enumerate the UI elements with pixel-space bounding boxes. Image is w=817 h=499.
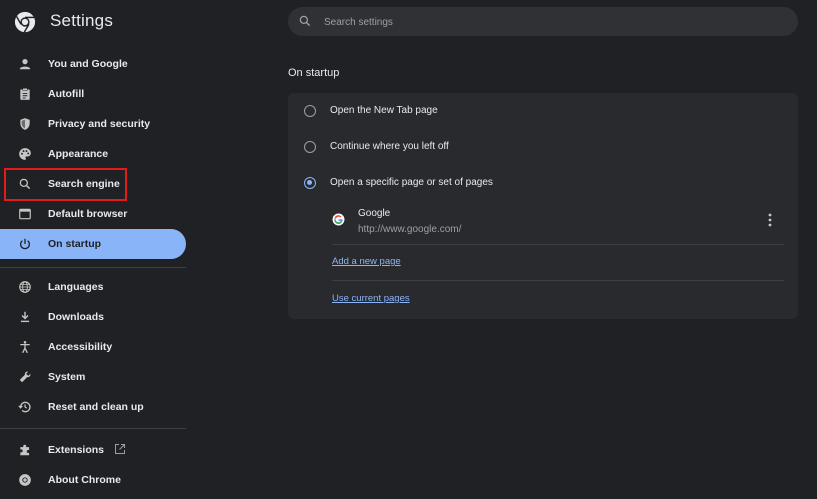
sidebar-item-accessibility[interactable]: Accessibility [0, 332, 186, 362]
browser-icon [19, 208, 31, 220]
radio-continue-where-left-off[interactable]: Continue where you left off [288, 132, 798, 162]
puzzle-icon [20, 444, 30, 456]
sidebar-item-label: Languages [48, 281, 104, 293]
chrome-logo-icon [19, 474, 31, 486]
startup-page-entry: Google http://www.google.com/ [332, 205, 784, 245]
use-current-pages-link[interactable]: Use current pages [332, 293, 410, 304]
top-bar: Settings [0, 0, 817, 43]
sidebar-item-label: Privacy and security [48, 118, 151, 130]
sidebar-item-appearance[interactable]: Appearance [0, 139, 186, 169]
sidebar-item-default-browser[interactable]: Default browser [0, 199, 186, 229]
radio-label: Open the New Tab page [330, 105, 438, 116]
startup-page-url: http://www.google.com/ [358, 224, 462, 235]
sidebar-item-on-startup[interactable]: On startup [0, 229, 186, 259]
sidebar-item-label: Extensions [48, 444, 105, 456]
sidebar-item-label: Downloads [48, 311, 105, 323]
history-icon [18, 401, 31, 413]
add-new-page-link[interactable]: Add a new page [332, 256, 401, 267]
sidebar-item-label: Autofill [48, 88, 85, 100]
sidebar-item-label: Default browser [48, 208, 128, 220]
sidebar-item-reset-and-clean-up[interactable]: Reset and clean up [0, 392, 186, 422]
section-title: On startup [288, 67, 340, 79]
card-divider [332, 280, 784, 281]
globe-icon [19, 281, 31, 293]
sidebar-item-system[interactable]: System [0, 362, 186, 392]
sidebar-item-label: About Chrome [48, 474, 121, 486]
radio-open-specific-pages[interactable]: Open a specific page or set of pages [288, 168, 798, 198]
sidebar-item-label: Appearance [48, 148, 109, 160]
sidebar-item-label: Reset and clean up [48, 401, 144, 413]
search-input[interactable] [322, 7, 786, 38]
search-icon [299, 15, 311, 27]
radio-open-new-tab[interactable]: Open the New Tab page [288, 96, 798, 126]
open-in-new-icon [115, 444, 125, 454]
palette-icon [19, 148, 31, 160]
sidebar-item-autofill[interactable]: Autofill [0, 79, 186, 109]
radio-label: Open a specific page or set of pages [330, 177, 493, 188]
clipboard-icon [20, 87, 30, 100]
search-icon [19, 178, 31, 190]
accessibility-icon [20, 341, 30, 354]
radio-label: Continue where you left off [330, 141, 449, 152]
sidebar-item-extensions[interactable]: Extensions [0, 435, 186, 465]
sidebar-item-search-engine[interactable]: Search engine [0, 169, 186, 199]
wrench-icon [19, 371, 31, 383]
power-icon [20, 238, 30, 250]
sidebar-item-privacy-and-security[interactable]: Privacy and security [0, 109, 186, 139]
sidebar-divider [0, 267, 186, 268]
radio-button[interactable] [304, 141, 316, 153]
sidebar-item-label: Search engine [48, 178, 120, 190]
search-bar[interactable] [288, 7, 798, 38]
sidebar-item-label: On startup [48, 238, 102, 250]
chrome-logo-icon [14, 11, 36, 33]
sidebar-item-languages[interactable]: Languages [0, 272, 186, 302]
startup-options-card: Open the New Tab page Continue where you… [288, 93, 798, 319]
radio-button-selected[interactable] [304, 177, 316, 189]
sidebar-item-label: System [48, 371, 86, 383]
sidebar-divider [0, 428, 186, 429]
sidebar-item-label: Accessibility [48, 341, 113, 353]
card-divider [332, 244, 784, 245]
sidebar-item-downloads[interactable]: Downloads [0, 302, 186, 332]
google-favicon-icon [332, 213, 345, 226]
radio-button[interactable] [304, 105, 316, 117]
sidebar-item-you-and-google[interactable]: You and Google [0, 49, 186, 79]
shield-icon [20, 118, 30, 130]
sidebar-item-about-chrome[interactable]: About Chrome [0, 465, 186, 495]
page-title: Settings [50, 11, 114, 30]
startup-page-name: Google [358, 208, 391, 219]
sidebar: You and Google Autofill Privacy and secu… [0, 43, 196, 499]
more-vert-icon[interactable] [762, 211, 778, 229]
download-icon [20, 311, 30, 323]
person-icon [19, 59, 31, 70]
sidebar-item-label: You and Google [48, 58, 128, 70]
